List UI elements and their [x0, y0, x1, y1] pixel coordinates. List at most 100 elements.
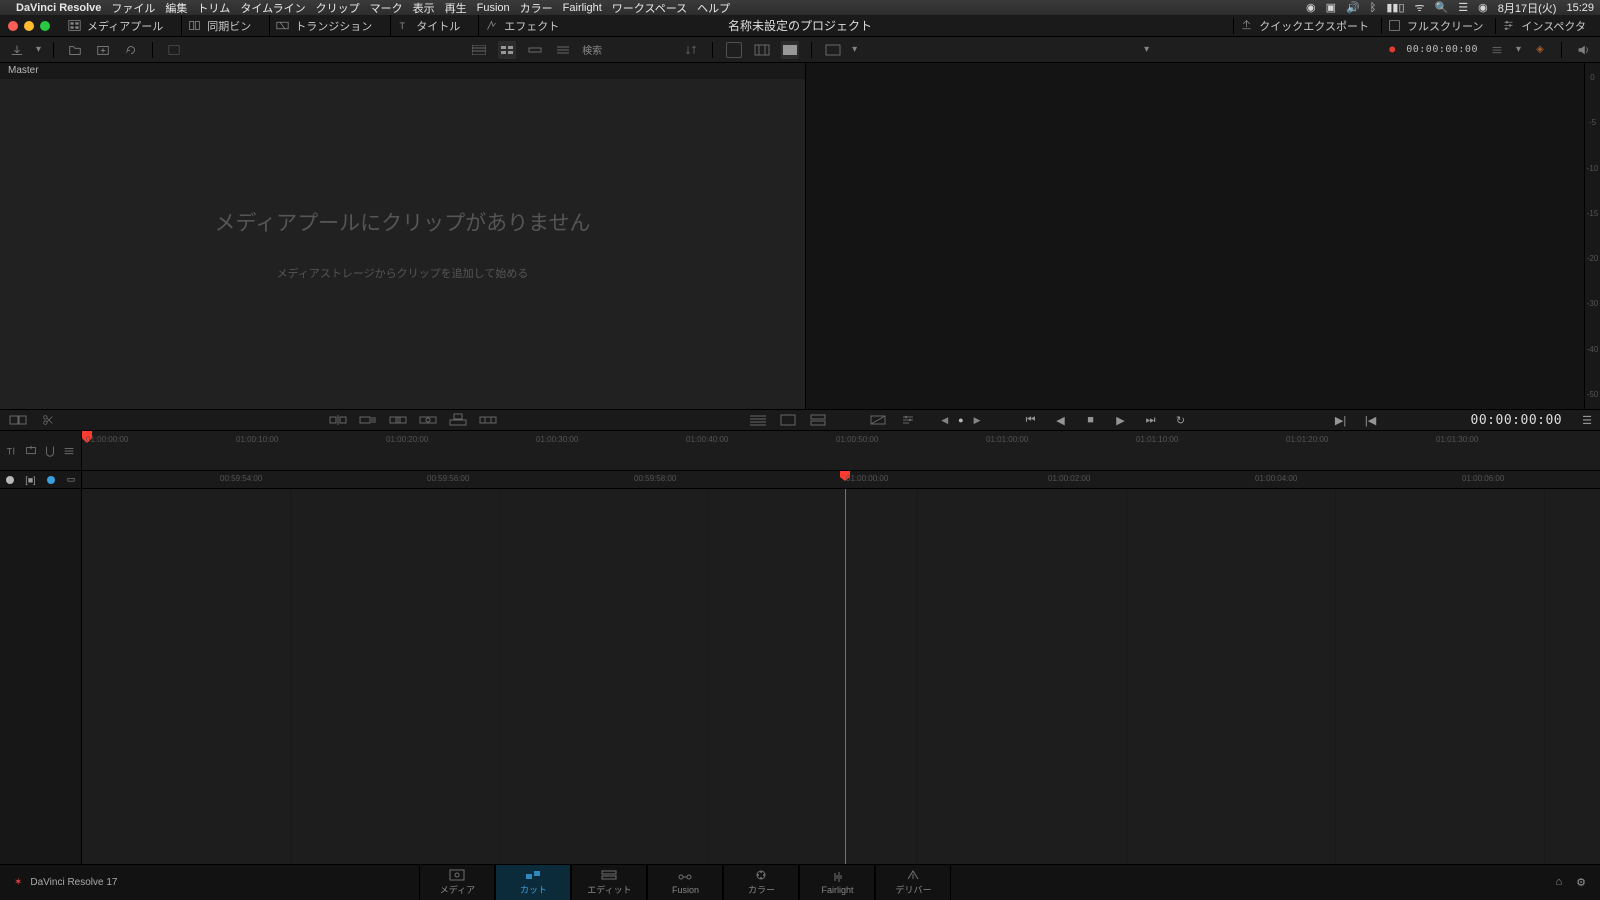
- statusbar-time[interactable]: 15:29: [1566, 2, 1594, 14]
- timeline-menu-button[interactable]: ☰: [1582, 414, 1592, 427]
- jog-prev-icon[interactable]: ◀: [941, 415, 948, 426]
- prev-edit-button[interactable]: |◀: [1361, 412, 1381, 428]
- panel-tab-syncbin[interactable]: 同期ビン: [181, 15, 257, 36]
- menu-help[interactable]: ヘルプ: [697, 0, 730, 16]
- menu-mark[interactable]: マーク: [370, 0, 403, 16]
- search-field[interactable]: 検索: [582, 42, 602, 57]
- viewer-panel[interactable]: [806, 63, 1584, 409]
- viewer-mode-tape-button[interactable]: [753, 41, 771, 59]
- timeline-view-video-button[interactable]: [778, 412, 798, 428]
- ripple-overwrite-button[interactable]: [388, 412, 408, 428]
- timeline-track-headers[interactable]: [0, 489, 82, 864]
- statusbar-creative-cloud-icon[interactable]: ◉: [1306, 1, 1316, 14]
- statusbar-app-icon[interactable]: ▣: [1326, 1, 1336, 14]
- edit-mode-arrow-icon[interactable]: [6, 476, 14, 484]
- menu-clip[interactable]: クリップ: [316, 0, 360, 16]
- ruler-lower-track[interactable]: 00:59:54:00 00:59:56:00 00:59:58:00 01:0…: [82, 471, 1600, 488]
- view-list-button[interactable]: [554, 41, 572, 59]
- page-cut[interactable]: カット: [495, 865, 571, 900]
- menu-view[interactable]: 表示: [413, 0, 435, 16]
- boring-detector-button[interactable]: [8, 412, 28, 428]
- tools-toggle-button[interactable]: [1488, 41, 1506, 59]
- track-lock-icon[interactable]: [24, 444, 38, 458]
- menu-playback[interactable]: 再生: [445, 0, 467, 16]
- media-pool-breadcrumb[interactable]: Master: [0, 63, 805, 79]
- resolution-button[interactable]: [165, 41, 183, 59]
- window-minimize-button[interactable]: [24, 21, 34, 31]
- home-button[interactable]: ⌂: [1555, 876, 1562, 889]
- track-video-icon[interactable]: T: [5, 444, 19, 458]
- place-on-top-button[interactable]: [448, 412, 468, 428]
- statusbar-battery-icon[interactable]: ▮▮▯: [1386, 1, 1404, 14]
- snap-icon[interactable]: [43, 444, 57, 458]
- timeline-cursor[interactable]: [845, 489, 846, 864]
- split-clip-button[interactable]: [38, 412, 58, 428]
- view-thumbnail-button[interactable]: [498, 41, 516, 59]
- edit-mode-marker-icon[interactable]: [47, 476, 55, 484]
- view-strip-button[interactable]: [526, 41, 544, 59]
- sort-button[interactable]: [682, 41, 700, 59]
- panel-tab-titles[interactable]: T タイトル: [390, 15, 466, 36]
- marker-icon[interactable]: [62, 444, 76, 458]
- panel-tab-transitions[interactable]: トランジション: [269, 15, 378, 36]
- window-close-button[interactable]: [8, 21, 18, 31]
- jog-dot-icon[interactable]: ●: [958, 415, 963, 425]
- statusbar-bluetooth-icon[interactable]: ᛒ: [1370, 2, 1377, 14]
- statusbar-spotlight-icon[interactable]: 🔍: [1435, 1, 1449, 14]
- edit-mode-in-icon[interactable]: [■]: [25, 475, 35, 485]
- transition-add-button[interactable]: [868, 412, 888, 428]
- smart-insert-button[interactable]: [328, 412, 348, 428]
- timeline-options-button[interactable]: [898, 412, 918, 428]
- statusbar-siri-icon[interactable]: ◉: [1478, 1, 1488, 14]
- timeline-timecode[interactable]: 00:00:00:00: [1471, 413, 1563, 428]
- page-edit[interactable]: エディット: [571, 865, 647, 900]
- viewer-mode-source-button[interactable]: [725, 41, 743, 59]
- view-metadata-button[interactable]: [470, 41, 488, 59]
- panel-tab-effects[interactable]: エフェクト: [478, 15, 565, 36]
- page-deliver[interactable]: デリバー: [875, 865, 951, 900]
- viewer-timecode[interactable]: ● 00:00:00:00: [1389, 44, 1478, 55]
- menu-file[interactable]: ファイル: [111, 0, 155, 16]
- inspector-button[interactable]: インスペクタ: [1495, 18, 1592, 34]
- play-reverse-button[interactable]: ◀: [1051, 412, 1071, 428]
- page-color[interactable]: カラー: [723, 865, 799, 900]
- timeline-tracks[interactable]: [82, 489, 1600, 864]
- closeup-button[interactable]: [418, 412, 438, 428]
- new-bin-button[interactable]: [94, 41, 112, 59]
- timeline-view-dual-button[interactable]: [808, 412, 828, 428]
- sync-clips-button[interactable]: [122, 41, 140, 59]
- bypass-fx-button[interactable]: ◈: [1531, 41, 1549, 59]
- menu-fairlight[interactable]: Fairlight: [563, 2, 602, 14]
- menu-timeline[interactable]: タイムライン: [240, 0, 305, 16]
- source-overwrite-button[interactable]: [478, 412, 498, 428]
- statusbar-controlcenter-icon[interactable]: ☰: [1458, 1, 1468, 14]
- quick-export-button[interactable]: クイックエクスポート: [1233, 18, 1375, 34]
- statusbar-wifi-icon[interactable]: ᯤ: [1415, 0, 1425, 15]
- menu-color[interactable]: カラー: [520, 0, 553, 16]
- menu-edit[interactable]: 編集: [165, 0, 187, 16]
- go-first-button[interactable]: ⏮: [1021, 412, 1041, 428]
- page-fusion[interactable]: Fusion: [647, 865, 723, 900]
- import-folder-button[interactable]: [66, 41, 84, 59]
- menu-fusion[interactable]: Fusion: [477, 2, 510, 14]
- timeline-view-audio-button[interactable]: [748, 412, 768, 428]
- next-edit-button[interactable]: ▶|: [1331, 412, 1351, 428]
- window-maximize-button[interactable]: [40, 21, 50, 31]
- audio-mute-button[interactable]: [1574, 41, 1592, 59]
- stop-button[interactable]: ■: [1081, 412, 1101, 428]
- fullscreen-button[interactable]: フルスクリーン: [1381, 18, 1489, 34]
- project-settings-button[interactable]: ⚙: [1576, 876, 1586, 889]
- edit-mode-flag-icon[interactable]: ▭: [67, 474, 76, 485]
- import-media-button[interactable]: [8, 41, 26, 59]
- menu-workspace[interactable]: ワークスペース: [612, 0, 687, 16]
- page-media[interactable]: メディア: [419, 865, 495, 900]
- safe-area-button[interactable]: [824, 41, 842, 59]
- page-fairlight[interactable]: Fairlight: [799, 865, 875, 900]
- go-last-button[interactable]: ⏭: [1141, 412, 1161, 428]
- statusbar-date[interactable]: 8月17日(火): [1498, 0, 1557, 16]
- ruler-upper-track[interactable]: 01:00:00:00 01:00:10:00 01:00:20:00 01:0…: [82, 431, 1600, 470]
- statusbar-volume-icon[interactable]: 🔊: [1346, 1, 1360, 14]
- loop-button[interactable]: ↻: [1171, 412, 1191, 428]
- append-button[interactable]: [358, 412, 378, 428]
- jog-next-icon[interactable]: ▶: [974, 415, 981, 426]
